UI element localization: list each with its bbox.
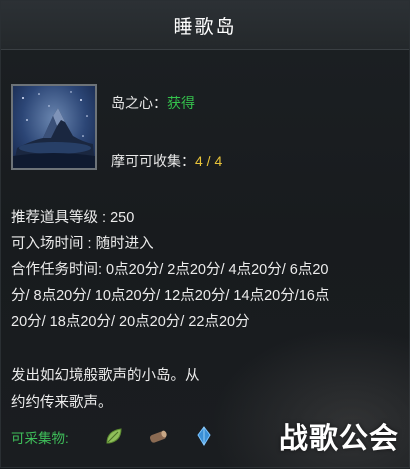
- island-heart-label: 岛之心：: [111, 95, 167, 111]
- island-thumbnail: [11, 84, 97, 170]
- mokoko-label: 摩可可收集：: [111, 153, 195, 169]
- mokoko-row: 摩可可收集：4 / 4: [111, 151, 222, 171]
- gatherables-label: 可采集物:: [11, 431, 69, 446]
- island-heart-value: 获得: [167, 95, 195, 111]
- title-bar: 睡歌岛: [1, 1, 409, 50]
- coop-time-line-2: 分/ 8点20分/ 10点20分/ 12点20分/ 14点20分/16点: [11, 288, 330, 304]
- island-heart-row: 岛之心：获得: [111, 93, 195, 113]
- island-info-panel: 睡歌岛 岛之心：获得 摩可可收集：4 / 4 推荐道具等级 : 250 可入场时…: [0, 0, 410, 469]
- stats-block: 推荐道具等级 : 250 可入场时间 : 随时进入 合作任务时间: 0点20分/…: [11, 205, 329, 335]
- mokoko-value: 4 / 4: [195, 153, 223, 169]
- recommended-level: 推荐道具等级 : 250: [11, 210, 135, 226]
- leaf-icon: [106, 428, 122, 444]
- island-image-icon: [13, 91, 95, 168]
- log-icon: [149, 430, 167, 443]
- entry-time: 可入场时间 : 随时进入: [11, 236, 154, 252]
- watermark-text: 战歌公会: [278, 423, 399, 455]
- coop-time-line-1: 合作任务时间: 0点20分/ 2点20分/ 4点20分/ 6点20: [11, 262, 329, 278]
- island-title: 睡歌岛: [173, 16, 237, 38]
